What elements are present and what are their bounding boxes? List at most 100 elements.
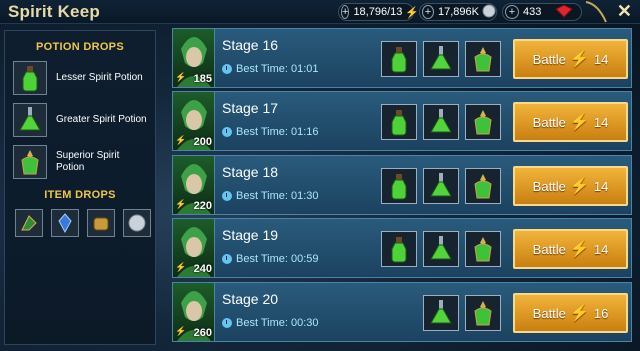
champion-level: 200 <box>193 136 212 148</box>
battle-button[interactable]: Battle ⚡ 14 <box>513 39 628 79</box>
best-time: Best Time: 00:59 <box>222 253 319 265</box>
champion-portrait: ⚡ 185 <box>173 29 215 87</box>
clock-icon <box>222 254 232 264</box>
battle-label: Battle <box>532 305 566 321</box>
champion-portrait: ⚡ 200 <box>173 92 215 150</box>
clock-icon <box>222 318 232 328</box>
battle-label: Battle <box>532 178 566 194</box>
clock-icon <box>222 127 232 137</box>
energy-bolt-icon: ⚡ <box>569 178 590 195</box>
potion-drop-superior[interactable]: Superior Spirit Potion <box>13 145 153 179</box>
potion-drop-greater[interactable]: Greater Spirit Potion <box>13 103 153 137</box>
energy-cost: 16 <box>593 305 609 321</box>
greater-spirit-potion-icon[interactable] <box>423 41 459 77</box>
superior-spirit-potion-icon[interactable] <box>465 295 501 331</box>
add-energy-icon[interactable]: + <box>341 5 350 19</box>
ornament-icon <box>585 1 607 23</box>
silver-resource[interactable]: + 17,896K <box>419 3 497 21</box>
potion-label: Superior Spirit Potion <box>56 150 120 173</box>
best-time: Best Time: 00:30 <box>222 317 319 329</box>
battle-button[interactable]: Battle ⚡ 16 <box>513 293 628 333</box>
energy-resource[interactable]: + 18,796/13 ⚡ <box>338 3 419 21</box>
energy-bolt-icon: ⚡ <box>569 51 590 68</box>
gem-resource[interactable]: + 433 <box>502 3 582 21</box>
superior-spirit-potion-icon[interactable] <box>465 231 501 267</box>
champion-level: 260 <box>193 327 212 339</box>
battle-button[interactable]: Battle ⚡ 14 <box>513 102 628 142</box>
lesser-spirit-potion-icon[interactable] <box>381 104 417 140</box>
blue-shard-icon[interactable] <box>51 209 79 237</box>
greater-spirit-potion-icon[interactable] <box>423 231 459 267</box>
lesser-spirit-potion-icon[interactable] <box>381 168 417 204</box>
clock-icon <box>222 191 232 201</box>
champion-portrait: ⚡ 220 <box>173 156 215 214</box>
battle-button[interactable]: Battle ⚡ 14 <box>513 166 628 206</box>
add-silver-icon[interactable]: + <box>422 5 435 19</box>
superior-spirit-potion-icon[interactable] <box>465 41 501 77</box>
stage-drops <box>381 41 501 77</box>
bread-icon[interactable] <box>87 209 115 237</box>
best-time-label: Best Time: 01:30 <box>236 190 319 202</box>
greater-spirit-potion-icon[interactable] <box>423 295 459 331</box>
silver-coin-icon <box>482 4 496 21</box>
greater-spirit-potion-icon[interactable] <box>423 168 459 204</box>
energy-bolt-icon: ⚡ <box>569 114 590 131</box>
clock-icon <box>222 64 232 74</box>
stage-drops <box>381 104 501 140</box>
lesser-spirit-potion-icon[interactable] <box>381 231 417 267</box>
champion-portrait: ⚡ 260 <box>173 283 215 341</box>
greater-spirit-potion-icon[interactable] <box>423 104 459 140</box>
gem-value: 433 <box>523 6 542 18</box>
stage-name: Stage 17 <box>222 100 279 116</box>
energy-bolt-icon: ⚡ <box>175 135 187 145</box>
potion-label: Lesser Spirit Potion <box>56 72 143 83</box>
stage-name: Stage 18 <box>222 164 279 180</box>
best-time: Best Time: 01:01 <box>222 63 319 75</box>
best-time-label: Best Time: 00:59 <box>236 253 319 265</box>
silver-coin-icon[interactable] <box>123 209 151 237</box>
energy-bolt-icon: ⚡ <box>175 326 187 336</box>
champion-level: 185 <box>193 73 212 85</box>
best-time: Best Time: 01:30 <box>222 190 319 202</box>
stage-row: ⚡ 200 Stage 17 Best Time: 01:16 Battle ⚡… <box>172 91 632 151</box>
battle-label: Battle <box>532 114 566 130</box>
best-time-label: Best Time: 01:16 <box>236 126 319 138</box>
stage-row: ⚡ 240 Stage 19 Best Time: 00:59 Battle ⚡… <box>172 218 632 278</box>
superior-spirit-potion-icon[interactable] <box>465 104 501 140</box>
add-gem-icon[interactable]: + <box>505 5 519 19</box>
stage-name: Stage 20 <box>222 291 279 307</box>
battle-label: Battle <box>532 241 566 257</box>
energy-bolt-icon: ⚡ <box>569 305 590 322</box>
gem-icon <box>555 3 574 21</box>
potion-label: Greater Spirit Potion <box>56 114 147 125</box>
artifact-gauntlet-icon[interactable] <box>15 209 43 237</box>
potion-drop-lesser[interactable]: Lesser Spirit Potion <box>13 61 153 95</box>
silver-value: 17,896K <box>438 6 479 18</box>
champion-level: 220 <box>193 200 212 212</box>
best-time-label: Best Time: 01:01 <box>236 63 319 75</box>
potion-drops-heading: POTION DROPS <box>36 41 124 53</box>
stage-drops <box>381 231 501 267</box>
stage-row: ⚡ 185 Stage 16 Best Time: 01:01 Battle ⚡… <box>172 28 632 88</box>
item-drops-heading: ITEM DROPS <box>44 189 116 201</box>
energy-cost: 14 <box>593 178 609 194</box>
stage-row: ⚡ 260 Stage 20 Best Time: 00:30 Battle ⚡… <box>172 282 632 342</box>
energy-cost: 14 <box>593 51 609 67</box>
energy-cost: 14 <box>593 241 609 257</box>
lesser-spirit-potion-icon <box>13 61 47 95</box>
stage-name: Stage 19 <box>222 227 279 243</box>
champion-level: 240 <box>193 263 212 275</box>
lesser-spirit-potion-icon[interactable] <box>381 41 417 77</box>
battle-label: Battle <box>532 51 566 67</box>
top-bar: Spirit Keep + 18,796/13 ⚡ + 17,896K + 43… <box>0 0 640 24</box>
item-drops-list <box>15 209 151 237</box>
stage-drops <box>423 295 501 331</box>
superior-spirit-potion-icon <box>13 145 47 179</box>
close-button[interactable]: ✕ <box>617 1 632 22</box>
superior-spirit-potion-icon[interactable] <box>465 168 501 204</box>
energy-bolt-icon: ⚡ <box>175 262 187 272</box>
stage-row: ⚡ 220 Stage 18 Best Time: 01:30 Battle ⚡… <box>172 155 632 215</box>
drops-panel: POTION DROPS Lesser Spirit Potion Greate… <box>4 30 156 345</box>
energy-bolt-icon: ⚡ <box>405 6 420 19</box>
battle-button[interactable]: Battle ⚡ 14 <box>513 229 628 269</box>
